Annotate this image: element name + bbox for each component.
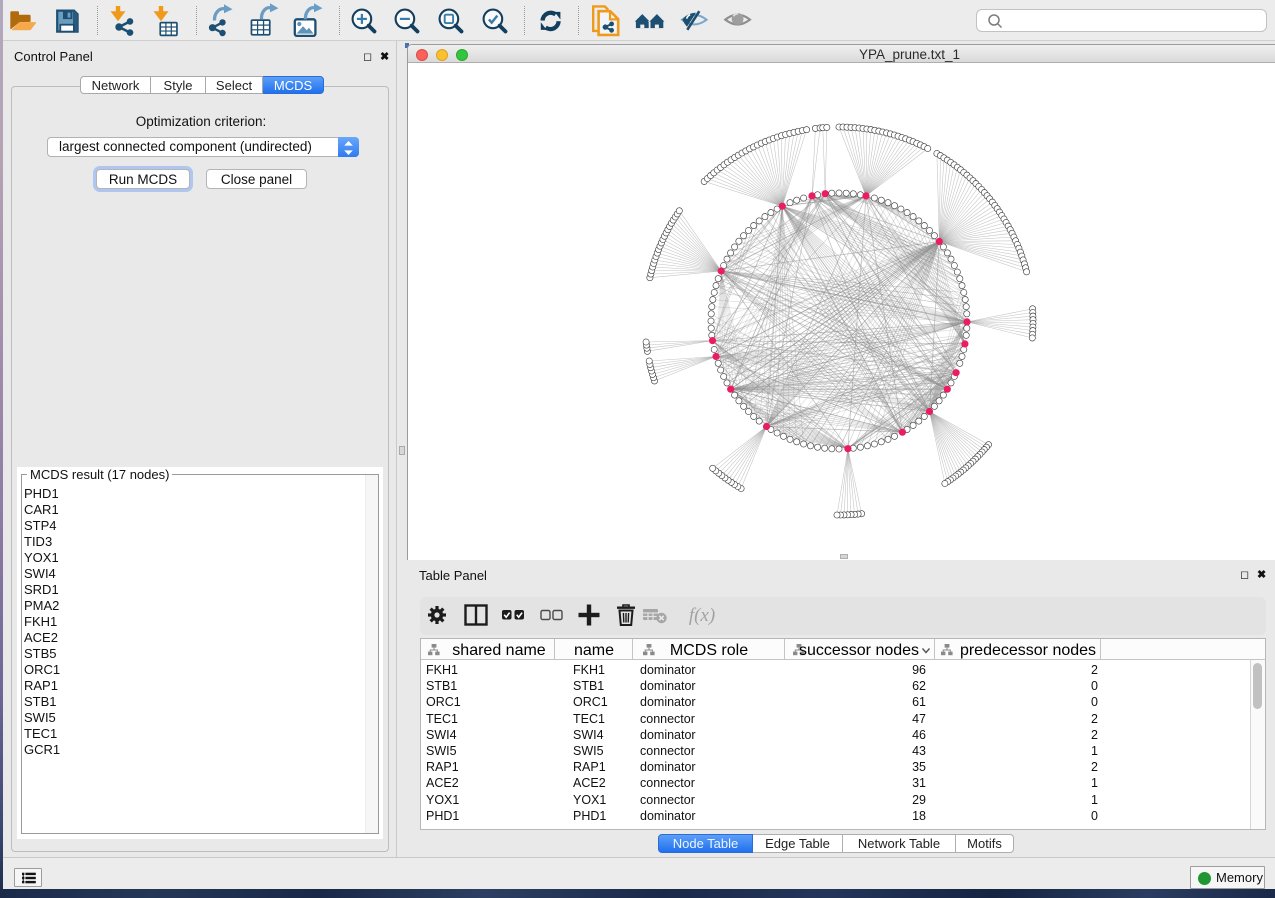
svg-text:f(x): f(x) [689, 605, 715, 626]
